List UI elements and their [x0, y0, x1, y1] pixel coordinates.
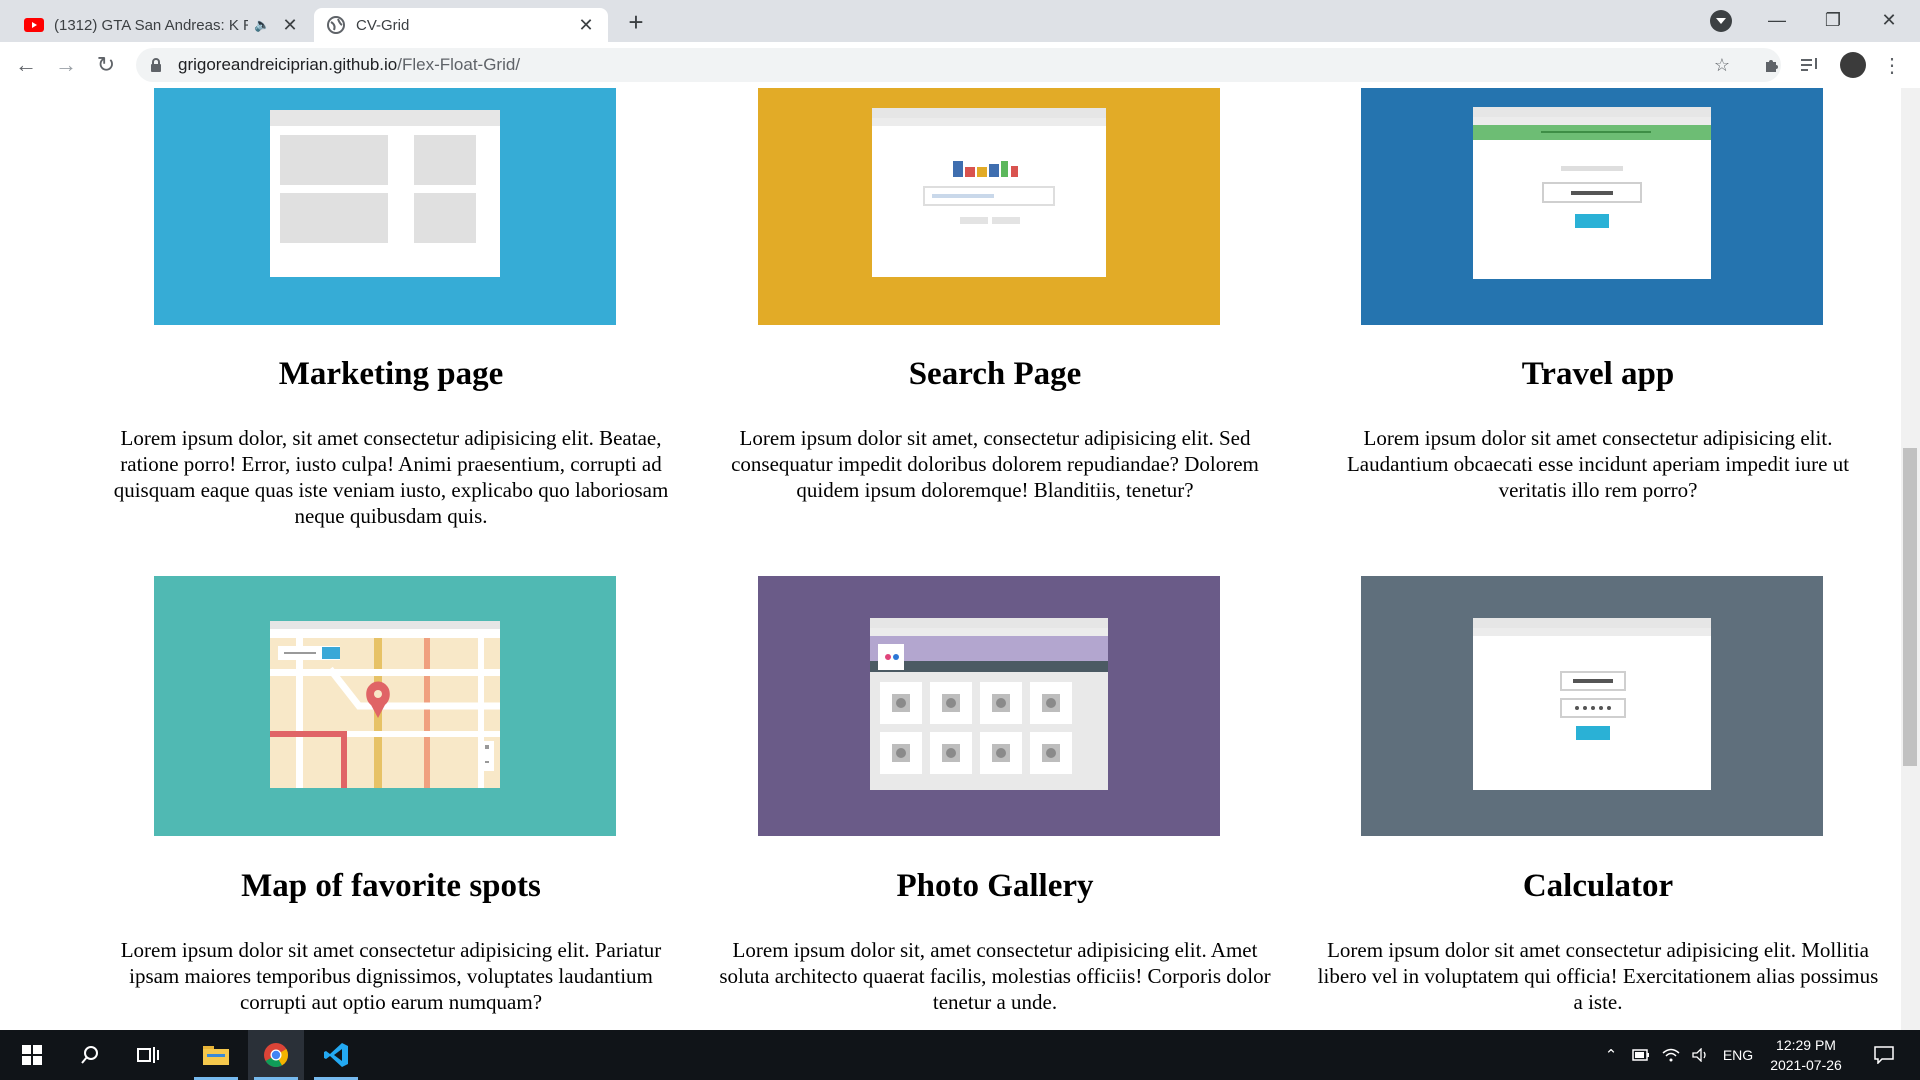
card-description: Lorem ipsum dolor, sit amet consectetur …: [113, 426, 669, 528]
battery-icon[interactable]: [1628, 1030, 1654, 1080]
close-tab-icon[interactable]: ✕: [280, 15, 300, 35]
globe-icon: [326, 15, 346, 35]
tab-title: (1312) GTA San Andreas: K Rose: [54, 16, 248, 34]
vscode-icon[interactable]: [308, 1030, 364, 1080]
search-thumbnail[interactable]: [758, 88, 1220, 325]
close-tab-icon[interactable]: ✕: [576, 15, 596, 35]
clock-date: 2021-07-26: [1770, 1057, 1842, 1073]
address-bar[interactable]: grigoreandreiciprian.github.io/Flex-Floa…: [136, 48, 1781, 82]
card-title: Calculator: [1522, 868, 1674, 904]
card-title: Photo Gallery: [896, 868, 1094, 904]
language-indicator[interactable]: ENG: [1718, 1030, 1758, 1080]
card-title: Travel app: [1521, 356, 1675, 392]
search-icon[interactable]: [66, 1030, 114, 1080]
url-text: grigoreandreiciprian.github.io/Flex-Floa…: [178, 55, 521, 74]
back-icon[interactable]: ←: [12, 51, 40, 79]
file-explorer-icon[interactable]: [188, 1030, 244, 1080]
windows-taskbar: ⌃ ENG 12:29 PM 2021-07-26: [0, 1030, 1920, 1080]
show-hidden-icons-icon[interactable]: ⌃: [1598, 1030, 1624, 1080]
media-queue-icon[interactable]: [1798, 53, 1822, 77]
map-thumbnail[interactable]: [154, 576, 616, 836]
card-description: Lorem ipsum dolor sit amet consectetur a…: [1346, 426, 1850, 502]
forward-icon[interactable]: →: [52, 51, 80, 79]
gallery-thumbnail[interactable]: [758, 576, 1220, 836]
minimize-icon[interactable]: —: [1750, 0, 1804, 40]
bookmark-star-icon[interactable]: ☆: [1710, 53, 1734, 77]
tab-youtube[interactable]: (1312) GTA San Andreas: K Rose 🔈 ✕: [12, 8, 312, 42]
card-description: Lorem ipsum dolor sit, amet consectetur …: [719, 938, 1271, 1014]
volume-icon[interactable]: [1688, 1030, 1714, 1080]
close-window-icon[interactable]: ✕: [1862, 0, 1916, 40]
calculator-thumbnail[interactable]: [1361, 576, 1823, 836]
travel-thumbnail[interactable]: [1361, 88, 1823, 325]
clock-time: 12:29 PM: [1776, 1037, 1836, 1053]
restore-icon[interactable]: ❐: [1806, 0, 1860, 40]
task-view-icon[interactable]: [124, 1030, 172, 1080]
windows-start-icon[interactable]: [8, 1030, 56, 1080]
tab-title: CV-Grid: [356, 16, 410, 34]
card-title: Search Page: [908, 356, 1082, 392]
new-tab-button[interactable]: +: [622, 7, 650, 37]
page-viewport: Marketing page Lorem ipsum dolor, sit am…: [0, 88, 1920, 1030]
card-description: Lorem ipsum dolor sit amet, consectetur …: [731, 426, 1259, 502]
lock-icon[interactable]: [150, 57, 166, 73]
youtube-icon: [24, 15, 44, 35]
notifications-icon[interactable]: [1864, 1030, 1904, 1080]
card-description: Lorem ipsum dolor sit amet consectetur a…: [120, 938, 662, 1014]
wifi-icon[interactable]: [1658, 1030, 1684, 1080]
chrome-icon[interactable]: [248, 1030, 304, 1080]
card-title: Map of favorite spots: [241, 868, 541, 904]
profile-avatar[interactable]: [1840, 52, 1866, 78]
card-title: Marketing page: [278, 356, 504, 392]
speaker-icon[interactable]: 🔈: [254, 17, 274, 33]
system-clock[interactable]: 12:29 PM 2021-07-26: [1755, 1035, 1857, 1075]
reload-icon[interactable]: ↻: [92, 51, 120, 79]
tab-cv-grid[interactable]: CV-Grid ✕: [314, 8, 608, 42]
menu-icon[interactable]: ⋮: [1880, 53, 1904, 77]
tab-search-icon[interactable]: [1710, 10, 1732, 32]
scrollbar-thumb[interactable]: [1903, 448, 1917, 766]
tab-strip: (1312) GTA San Andreas: K Rose 🔈 ✕ CV-Gr…: [0, 0, 1920, 42]
marketing-thumbnail[interactable]: [154, 88, 616, 325]
browser-toolbar: ← → ↻ grigoreandreiciprian.github.io/Fle…: [0, 42, 1920, 89]
extensions-icon[interactable]: [1760, 53, 1784, 77]
card-description: Lorem ipsum dolor sit amet consectetur a…: [1317, 938, 1879, 1014]
